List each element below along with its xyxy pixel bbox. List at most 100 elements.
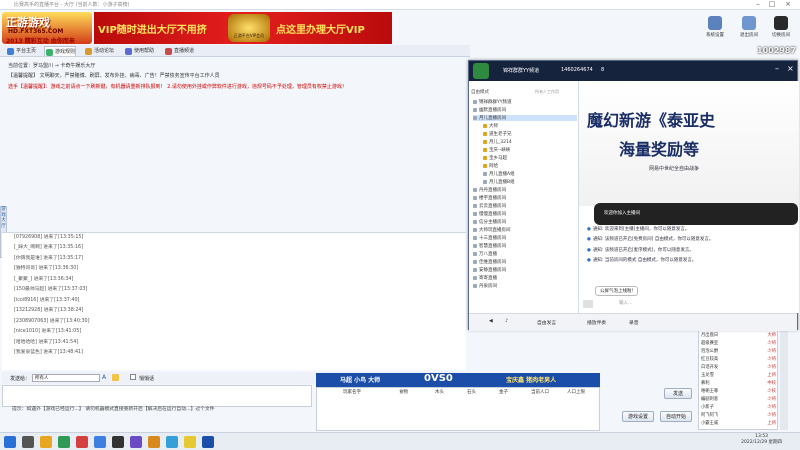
- app-icon[interactable]: [76, 436, 88, 448]
- nav-home[interactable]: 平台主页: [6, 46, 36, 56]
- send-button[interactable]: 发送: [664, 388, 692, 399]
- yy-close-icon[interactable]: ×: [787, 64, 794, 73]
- tree-item[interactable]: 大师玩直播房间: [473, 227, 511, 233]
- maximize-button[interactable]: □: [766, 0, 778, 10]
- user-row[interactable]: 玉龙雪 上将: [701, 372, 777, 378]
- chat-input[interactable]: [2, 385, 312, 407]
- chat-log-line: [07926908] 进来了[13:35:15]: [14, 235, 84, 240]
- tree-item[interactable]: 慢慢直播房间: [473, 211, 506, 217]
- tree-item[interactable]: 楼宇直播房间: [473, 195, 506, 201]
- system-settings-label: 系统设置: [706, 33, 724, 38]
- vip-emblem-caption: 正游平台VIP会员: [233, 33, 265, 38]
- tree-item[interactable]: 幽默直播房间: [473, 107, 506, 113]
- tree-item[interactable]: 锦祥群群YY频道: [473, 99, 512, 105]
- nav-game-rules[interactable]: 游戏规则: [44, 46, 77, 56]
- user-name: 月出盘日: [701, 333, 719, 338]
- tree-item[interactable]: 丹泉房间: [473, 283, 497, 289]
- yy-home-icon[interactable]: [473, 63, 489, 79]
- location-breadcrumb: 当前位置：罗马盟川 → 卡奇牛娱乐大厅: [8, 63, 96, 69]
- free-speak-button[interactable]: 自由发言: [537, 319, 556, 326]
- emoji-icon[interactable]: [112, 374, 119, 381]
- tree-user[interactable]: 阿哈: [483, 163, 498, 169]
- user-row[interactable]: 红豆较高 少将: [701, 356, 777, 362]
- game-settings-button[interactable]: 游戏设置: [622, 411, 654, 422]
- tree-item[interactable]: 寄寄直播: [473, 275, 497, 281]
- tree-item[interactable]: 万八直播: [473, 251, 497, 257]
- user-row[interactable]: 小霸王威 上将: [701, 420, 777, 426]
- folder-icon[interactable]: [40, 436, 52, 448]
- auto-start-button[interactable]: 自动开始: [660, 411, 692, 422]
- system-settings-button[interactable]: 系统设置: [700, 12, 730, 42]
- leave-room-button[interactable]: 退出房间: [734, 12, 764, 42]
- windows-start-icon[interactable]: [4, 436, 16, 448]
- user-row[interactable]: 白话开发 少将: [701, 364, 777, 370]
- app-icon[interactable]: [112, 436, 124, 448]
- font-icon[interactable]: A: [102, 374, 106, 381]
- user-rank: 少将: [767, 349, 776, 354]
- vip-banner[interactable]: VIP随时进出大厅不用挤 正游平台VIP会员 点这里办理大厅VIP: [94, 12, 392, 44]
- yy-chat-input[interactable]: 输入…: [619, 300, 633, 306]
- yy-promo-banner[interactable]: 魔幻新游《泰亚史 海量奖励等 网易中世纪全自由战争: [579, 81, 799, 206]
- private-chat-checkbox[interactable]: [130, 374, 136, 380]
- tree-item[interactable]: 十三直播房间: [473, 235, 506, 241]
- tree-item[interactable]: 丹丹直播房间: [473, 187, 506, 193]
- user-rank: 少将: [767, 413, 776, 418]
- tree-user[interactable]: 道生老子兄: [483, 131, 512, 137]
- nav-live[interactable]: 直播频道: [164, 46, 194, 56]
- user-row[interactable]: 小新子 少将: [701, 404, 777, 410]
- app-icon[interactable]: [148, 436, 160, 448]
- tree-item[interactable]: 安静直播房间: [473, 267, 506, 273]
- platform-logo[interactable]: 正游游戏 HD.FXT365.COM 2013 精彩互动 由你而来: [2, 12, 92, 45]
- user-row[interactable]: 唯朝王尊 少校: [701, 388, 777, 394]
- app-icon[interactable]: [94, 436, 106, 448]
- bubble-notice[interactable]: 公屏气泡上线啦!: [595, 286, 639, 296]
- clock-date: 2022/12/29 星期四: [741, 440, 782, 445]
- emoji-icon[interactable]: [583, 300, 593, 308]
- record-button[interactable]: 录音: [629, 319, 639, 326]
- close-button[interactable]: ×: [782, 0, 794, 10]
- tree-item[interactable]: 信分主播房间: [473, 219, 506, 225]
- tree-user[interactable]: 月儿_3214: [483, 139, 512, 145]
- vs-score: 0VS0: [424, 373, 453, 384]
- notice-warning: 选手【温馨提醒】：游戏之前请点一下刷新键，有机器请重新排队报到！ 2.请勿使用外…: [8, 84, 347, 90]
- search-icon[interactable]: [22, 436, 34, 448]
- send-target-select[interactable]: 所有人: [32, 374, 100, 382]
- system-clock[interactable]: 13:53 2022/12/29 星期四: [741, 434, 782, 446]
- user-row[interactable]: 月出盘日 大师: [701, 332, 777, 338]
- nav-forum[interactable]: 活动论坛: [84, 46, 114, 56]
- user-row[interactable]: 编剧刺客 少将: [701, 396, 777, 402]
- tree-user[interactable]: 宝乡马超: [483, 155, 507, 161]
- play-accompaniment-button[interactable]: 播放伴奏: [587, 319, 606, 326]
- nav-help[interactable]: 使用帮助: [124, 46, 154, 56]
- mic-icon[interactable]: ♪: [505, 319, 508, 324]
- app-icon[interactable]: [130, 436, 142, 448]
- user-row[interactable]: 阿飞阿飞 少将: [701, 412, 777, 418]
- user-row[interactable]: 泡泡公爵 少将: [701, 348, 777, 354]
- user-row[interactable]: 超级赛亚 少将: [701, 340, 777, 346]
- tree-user[interactable]: 宝庆--峡峡: [483, 147, 510, 153]
- speaker-icon[interactable]: ◀: [489, 319, 493, 324]
- user-list-scrollbar[interactable]: [780, 330, 788, 430]
- yy-minimize-icon[interactable]: –: [775, 64, 779, 73]
- browser-icon[interactable]: [58, 436, 70, 448]
- tree-item[interactable]: 云云直播房间: [473, 203, 506, 209]
- tree-item[interactable]: 佳维直播房间: [473, 259, 506, 265]
- user-name: 编剧刺客: [701, 397, 719, 402]
- switch-room-button[interactable]: 切换房间: [766, 12, 796, 42]
- tree-item[interactable]: 智慧直播房间: [473, 243, 506, 249]
- minimize-button[interactable]: –: [752, 0, 764, 10]
- user-rank: 大师: [767, 333, 776, 338]
- folder-icon: [473, 283, 477, 288]
- tree-header-right: 所有人工作用: [535, 89, 559, 94]
- tree-item-selected[interactable]: 月儿直播房间: [473, 115, 577, 121]
- user-row[interactable]: 慕利 中校: [701, 380, 777, 386]
- chat-log-line: [我爱泉蓝色] 进来了[13:48:41]: [14, 350, 83, 355]
- chat-log-line: [_聚聚_] 进来了[13:36:34]: [14, 277, 74, 282]
- tree-user[interactable]: 大师: [483, 123, 498, 129]
- app-icon[interactable]: [184, 436, 196, 448]
- app-icon[interactable]: [166, 436, 178, 448]
- tree-item[interactable]: 月儿直播A组: [483, 171, 515, 177]
- exit-icon: [742, 16, 756, 30]
- app-icon[interactable]: [202, 436, 214, 448]
- tree-item[interactable]: 月儿直播B组: [483, 179, 515, 185]
